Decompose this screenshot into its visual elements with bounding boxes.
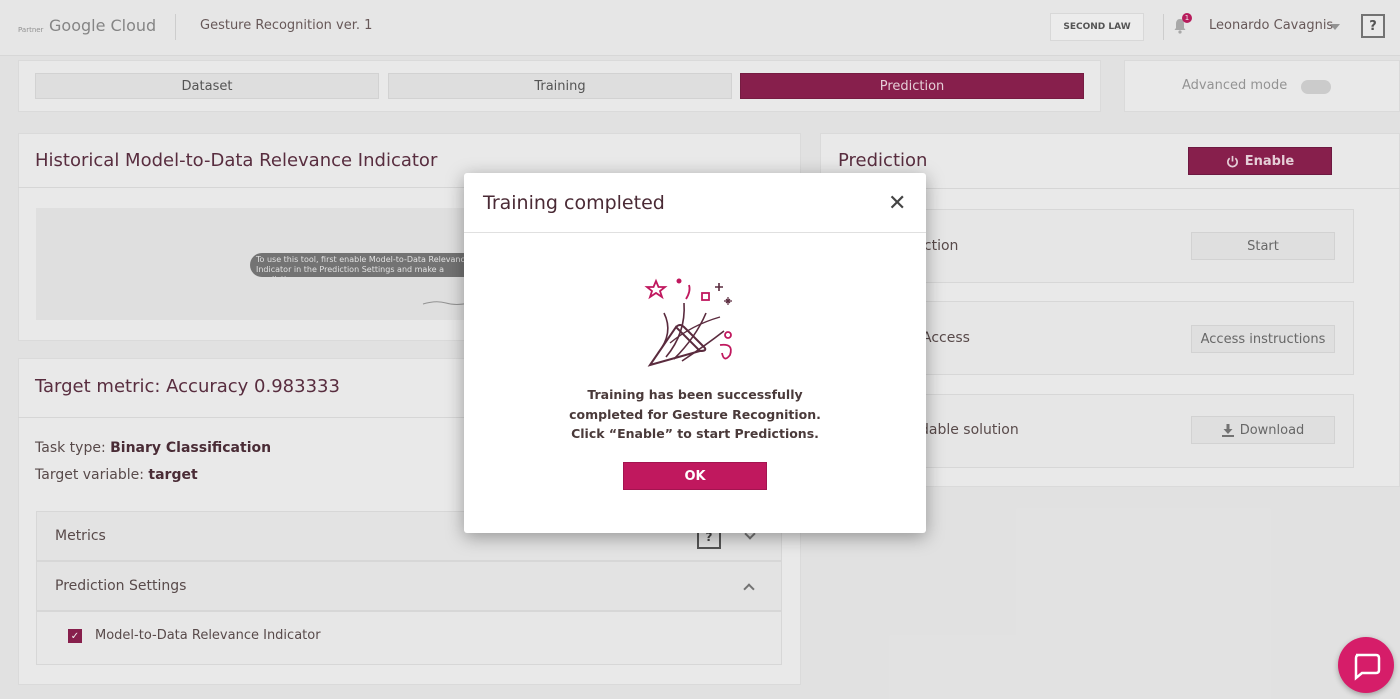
dialog-message-line: completed for Gesture Recognition.: [569, 406, 821, 422]
dialog-divider: [464, 232, 926, 233]
celebration-popper-icon: [644, 278, 732, 367]
chat-bubble-icon: [1354, 653, 1381, 681]
dialog-message-line: Click “Enable” to start Predictions.: [571, 426, 819, 441]
ok-button[interactable]: OK: [623, 462, 767, 490]
dialog-title: Training completed: [483, 192, 665, 214]
dialog-message: Training has been successfully completed…: [495, 385, 895, 444]
training-completed-dialog: Training completed ✕ Training has been s…: [464, 173, 926, 533]
dialog-message-line: Training has been successfully: [587, 387, 803, 402]
close-icon[interactable]: ✕: [888, 191, 906, 216]
chat-button[interactable]: [1338, 637, 1394, 693]
